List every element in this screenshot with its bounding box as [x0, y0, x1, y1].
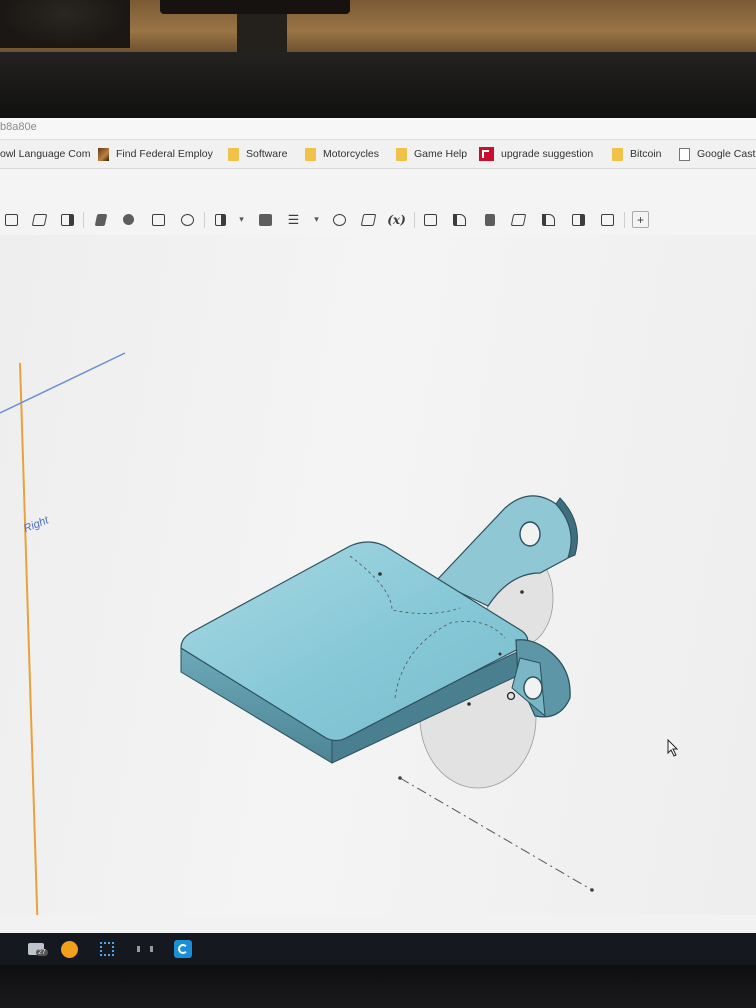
bookmark-motorcycles[interactable]: Motorcycles [305, 146, 379, 162]
bend-icon[interactable] [540, 211, 557, 228]
model-canvas[interactable] [0, 235, 756, 915]
bookmark-game-help[interactable]: Game Help [396, 146, 467, 162]
toolbar-separator [83, 212, 84, 228]
revolve-icon[interactable] [59, 211, 76, 228]
onshape-app-icon[interactable] [174, 940, 192, 958]
bookmark-software[interactable]: Software [228, 146, 287, 162]
folder-icon [305, 147, 316, 161]
transform-icon[interactable] [360, 211, 377, 228]
bookmark-google-cast[interactable]: Google Cast [679, 146, 755, 162]
bookmark-label: Software [246, 148, 288, 160]
sketch-point[interactable] [467, 702, 471, 706]
bookmark-label: Bitcoin [630, 148, 662, 160]
bookmark-label: Motorcycles [323, 148, 380, 160]
toolbar-separator [414, 212, 415, 228]
unfold-icon[interactable] [510, 211, 527, 228]
screen: b8a80e owl Language Com Find Federal Emp… [0, 118, 756, 965]
bookmark-owl-language[interactable]: owl Language Com [0, 146, 90, 162]
monitor-stand-shadow [160, 0, 350, 14]
monitor-stand-post [237, 14, 287, 52]
sketch-point[interactable] [520, 590, 524, 594]
tab-icon[interactable] [481, 211, 498, 228]
url-text[interactable]: b8a80e [0, 121, 37, 133]
right-plane-edge[interactable] [19, 362, 39, 915]
bookmark-label: owl Language Com [0, 148, 91, 160]
address-bar[interactable]: b8a80e [0, 118, 756, 140]
page-icon [679, 147, 690, 161]
bookmark-label: Game Help [414, 148, 468, 160]
emoji-app-icon[interactable] [60, 940, 78, 958]
bookmark-find-federal[interactable]: Find Federal Employ [98, 146, 213, 162]
folder-icon [228, 147, 239, 161]
flange-icon[interactable] [451, 211, 468, 228]
axis-start-point[interactable] [398, 776, 402, 780]
folder-icon [612, 147, 623, 161]
sheet-metal-icon[interactable] [422, 211, 439, 228]
sketch-icon[interactable] [3, 211, 20, 228]
bookmark-label: upgrade suggestion [501, 148, 594, 160]
extrude-icon[interactable] [31, 211, 48, 228]
toolbar-separator [624, 212, 625, 228]
sketch-point[interactable] [498, 652, 502, 656]
upgrade-icon [479, 147, 494, 161]
monitor-bezel-top [0, 52, 756, 118]
variable-icon[interactable]: (x) [387, 211, 406, 228]
sketch-point[interactable] [378, 572, 382, 576]
shell-icon[interactable] [212, 211, 229, 228]
loft-icon[interactable] [120, 211, 137, 228]
toolbar-separator [204, 212, 205, 228]
background-object [0, 0, 130, 48]
media-app-icon[interactable] [136, 940, 154, 958]
room-wall [0, 0, 756, 52]
bookmark-label: Find Federal Employ [116, 148, 213, 160]
axis-end-point[interactable] [590, 888, 594, 892]
axis-line[interactable] [399, 777, 593, 891]
plane-icon[interactable] [257, 211, 274, 228]
folder-icon [396, 147, 407, 161]
sweep-icon[interactable] [92, 211, 109, 228]
top-plane-edge[interactable] [0, 352, 126, 414]
fillet-icon[interactable] [179, 211, 196, 228]
chevron-down-icon[interactable]: ▾ [308, 211, 325, 228]
bookmark-upgrade-suggestion[interactable]: upgrade suggestion [479, 146, 593, 162]
network-icon[interactable] [98, 940, 116, 958]
bookmark-label: Google Cast [697, 148, 756, 160]
corner-icon[interactable] [570, 211, 587, 228]
upper-hinge-hole[interactable] [519, 521, 541, 547]
taskbar: 27 [0, 933, 756, 965]
finish-icon[interactable] [599, 211, 616, 228]
monitor-bezel-bottom [0, 965, 756, 1008]
boolean-icon[interactable] [150, 211, 167, 228]
add-icon[interactable]: + [632, 211, 649, 228]
history-icon[interactable] [331, 211, 348, 228]
notification-badge: 27 [36, 949, 48, 956]
chevron-down-icon[interactable]: ▾ [233, 211, 250, 228]
bookmark-bitcoin[interactable]: Bitcoin [612, 146, 662, 162]
cad-feature-toolbar: ▾ ☰ ▾ (x) + [0, 206, 756, 234]
bookmarks-bar: owl Language Com Find Federal Employ Sof… [0, 140, 756, 169]
federal-icon [98, 147, 109, 161]
mouse-cursor-icon [667, 739, 679, 757]
mail-icon[interactable]: 27 [27, 940, 48, 958]
lower-hinge-hole[interactable] [523, 676, 543, 700]
pattern-icon[interactable]: ☰ [285, 211, 302, 228]
graphics-area[interactable]: Right [0, 235, 756, 915]
